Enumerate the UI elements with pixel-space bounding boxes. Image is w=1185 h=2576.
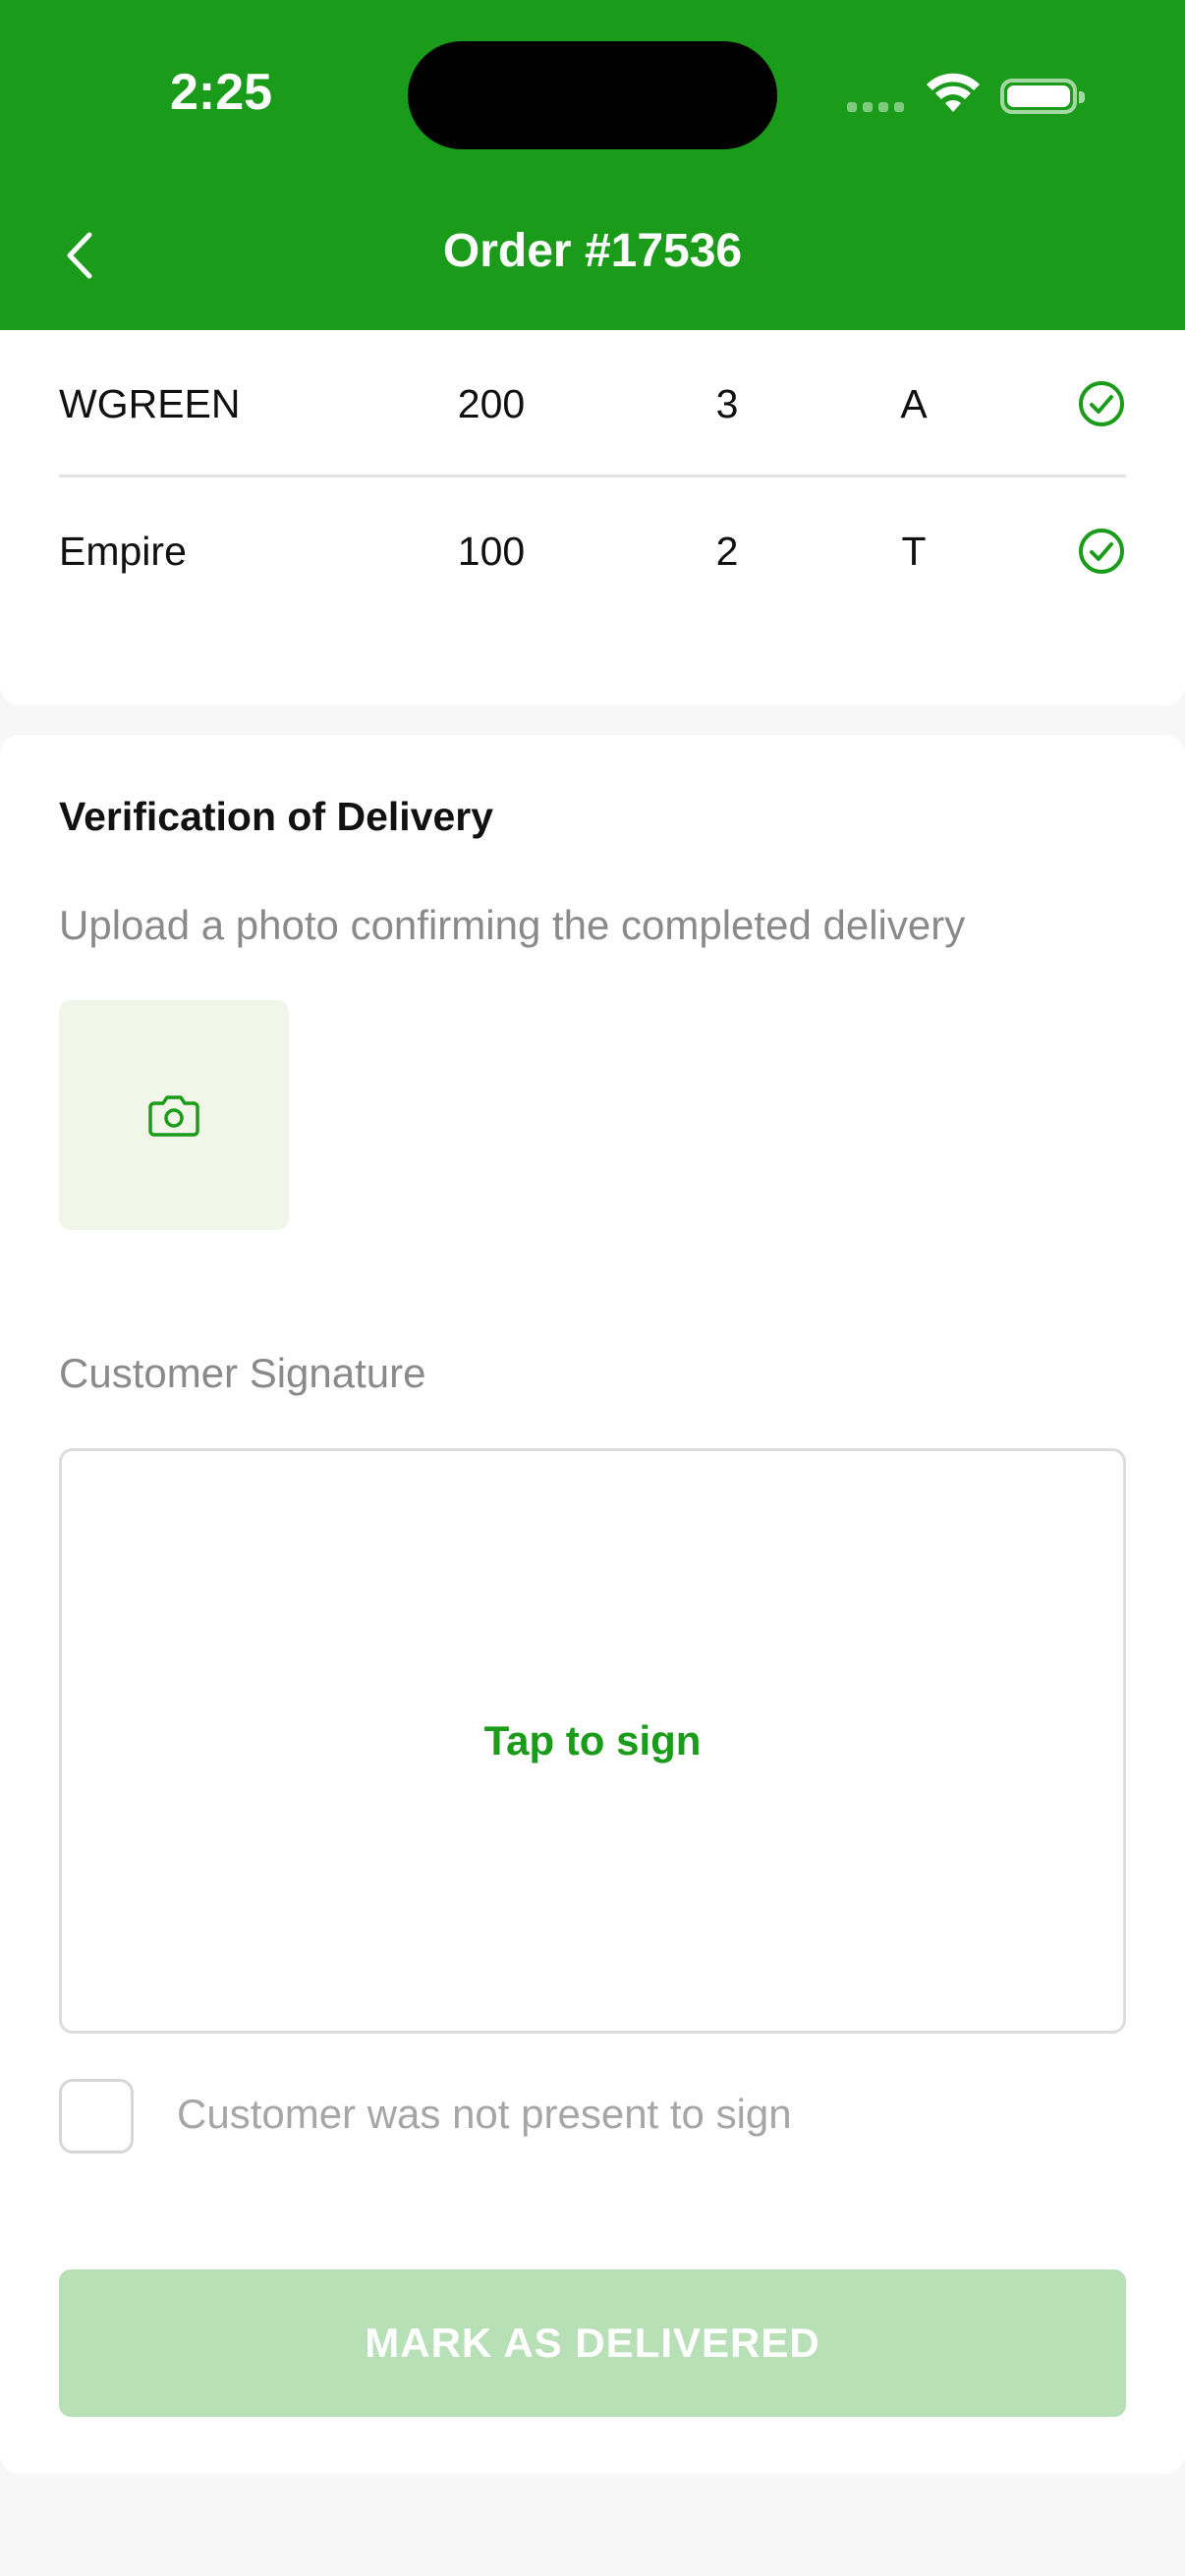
wifi-icon: [927, 73, 980, 112]
camera-icon: [148, 1095, 199, 1137]
section-title: Verification of Delivery: [59, 794, 494, 839]
check-circle-icon: [1077, 330, 1126, 477]
signature-label: Customer Signature: [59, 1350, 426, 1396]
item-quantity: 100: [457, 529, 526, 574]
dynamic-island: [408, 41, 777, 149]
status-time: 2:25: [169, 64, 273, 121]
item-count: 2: [715, 529, 739, 574]
item-code: T: [901, 529, 927, 574]
verification-card: Verification of Delivery Upload a photo …: [0, 735, 1185, 2474]
check-circle-icon: [1077, 477, 1126, 625]
item-name: WGREEN: [59, 381, 241, 426]
item-quantity: 200: [457, 381, 526, 426]
not-present-label[interactable]: Customer was not present to sign: [177, 2091, 792, 2138]
table-row: Empire 100 2 T: [59, 477, 1126, 625]
signature-pad[interactable]: Tap to sign: [59, 1448, 1126, 2034]
not-present-checkbox[interactable]: [59, 2079, 134, 2154]
battery-icon: [1000, 79, 1085, 114]
item-code: A: [900, 381, 928, 426]
item-count: 3: [715, 381, 739, 426]
table-row: WGREEN 200 3 A: [59, 330, 1126, 477]
upload-photo-button[interactable]: [59, 1000, 289, 1230]
cellular-signal-icon: [847, 102, 906, 112]
app-header: 2:25 Order #17536: [0, 0, 1185, 330]
order-items-card: WGREEN 200 3 A Empire 100 2 T: [0, 330, 1185, 705]
mark-as-delivered-button[interactable]: MARK AS DELIVERED: [59, 2269, 1126, 2417]
section-subtitle: Upload a photo confirming the completed …: [59, 902, 966, 948]
item-name: Empire: [59, 529, 187, 574]
signature-hint: Tap to sign: [483, 1717, 702, 1764]
page-title: Order #17536: [442, 225, 743, 277]
